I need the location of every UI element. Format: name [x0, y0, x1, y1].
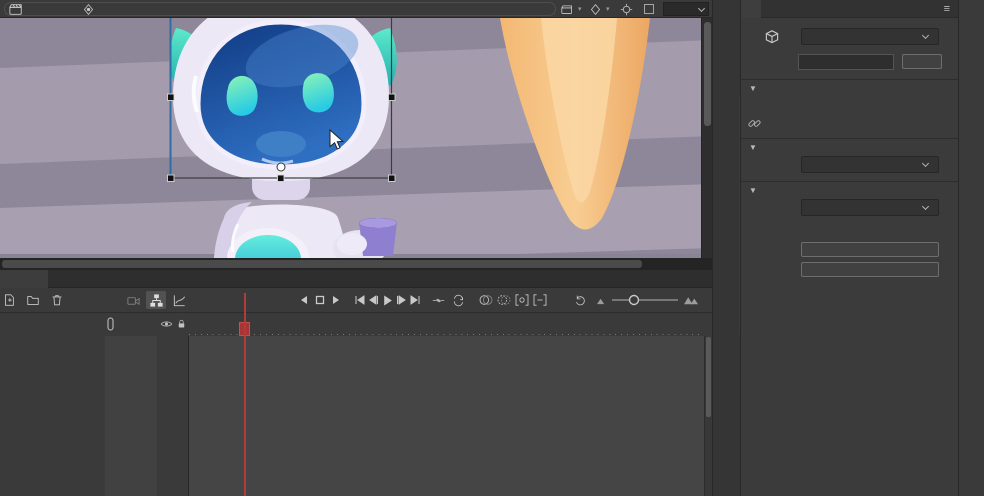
timeline-panel	[0, 270, 712, 496]
delete-layer-button[interactable]	[48, 291, 66, 309]
eye-icon[interactable]	[160, 318, 173, 333]
previous-frame-button[interactable]	[366, 291, 380, 309]
play-button[interactable]	[380, 291, 394, 309]
docked-panel-strip	[712, 0, 740, 496]
stop-button[interactable]	[313, 291, 327, 309]
timeline-tabbar	[0, 270, 712, 288]
stage-zoom-select[interactable]	[663, 2, 709, 16]
transform-point[interactable]	[277, 163, 285, 171]
onion-skin-range-button[interactable]	[532, 291, 548, 309]
go-to-first-frame-button[interactable]	[352, 291, 366, 309]
robot-eye-right	[303, 73, 334, 112]
lip-syncing-button[interactable]	[801, 262, 939, 277]
new-layer-button[interactable]	[0, 291, 18, 309]
show-layer-depth-button[interactable]	[170, 291, 188, 309]
edit-multiple-frames-button[interactable]	[514, 291, 530, 309]
frame-rate-indicator[interactable]	[250, 295, 253, 306]
color-style-select[interactable]	[801, 156, 939, 173]
center-frame-button[interactable]	[430, 291, 446, 309]
loop-playback-button[interactable]	[450, 291, 466, 309]
tab-timeline[interactable]	[0, 270, 48, 288]
onion-skin-outlines-button[interactable]	[496, 291, 512, 309]
properties-tabbar: ≡	[741, 0, 958, 18]
chevron-down-icon	[922, 160, 929, 167]
step-back-button[interactable]	[297, 291, 311, 309]
stage-vertical-scrollbar[interactable]	[701, 18, 712, 258]
chevron-down-icon	[922, 203, 929, 210]
handle-bottom-left[interactable]	[168, 175, 175, 182]
timeline-header	[0, 313, 712, 336]
zoom-in-frames-icon[interactable]	[682, 291, 700, 309]
center-stage-button[interactable]	[620, 0, 633, 18]
scene-icon[interactable]	[9, 0, 23, 18]
playhead-position-icon	[107, 317, 114, 334]
lock-icon[interactable]	[176, 318, 187, 333]
edit-symbols-button[interactable]: ▾	[589, 0, 610, 18]
disclosure-triangle-icon: ▼	[749, 84, 757, 93]
new-folder-button[interactable]	[24, 291, 42, 309]
column-divider	[188, 313, 189, 496]
frames-area[interactable]	[188, 313, 704, 496]
section-looping[interactable]: ▼	[741, 181, 958, 197]
animate-app: ▾ ▾	[0, 0, 984, 496]
edit-scene-button[interactable]: ▾	[561, 0, 582, 18]
timeline-toolbar	[0, 288, 712, 313]
tab-library[interactable]	[761, 0, 781, 18]
swap-button[interactable]	[902, 54, 942, 69]
clip-content-button[interactable]	[643, 0, 655, 18]
instance-name-field[interactable]	[798, 54, 894, 70]
zoom-out-frames-icon[interactable]	[594, 291, 608, 309]
properties-panel: ≡ ▼	[740, 0, 958, 496]
robot-eye-left	[227, 76, 258, 116]
symbol-behavior-select[interactable]	[801, 28, 939, 45]
graphic-symbol-icon	[763, 28, 781, 49]
stage-canvas[interactable]	[0, 18, 712, 270]
chevron-down-icon	[922, 32, 929, 39]
onion-skin-button[interactable]	[478, 291, 494, 309]
ruler-ticks	[189, 334, 704, 335]
parenting-column	[105, 313, 157, 496]
show-parenting-view-button[interactable]	[146, 291, 166, 309]
timeline-vertical-scrollbar[interactable]	[704, 313, 712, 496]
use-frame-picker-button[interactable]	[801, 242, 939, 257]
section-position-size[interactable]: ▼	[741, 79, 958, 95]
add-camera-button[interactable]	[124, 291, 142, 309]
robot-mouth	[256, 131, 306, 157]
edit-bar: ▾ ▾	[0, 0, 712, 18]
chevron-down-icon	[698, 4, 705, 11]
next-frame-button[interactable]	[394, 291, 408, 309]
robot-head[interactable]	[169, 18, 397, 181]
handle-right-mid[interactable]	[389, 94, 396, 101]
playhead-line[interactable]	[244, 293, 246, 496]
frame-size-slider[interactable]	[610, 291, 680, 309]
stage-artwork	[0, 18, 712, 270]
reset-timeline-zoom-button[interactable]	[572, 291, 588, 309]
tools-toolbar	[958, 0, 984, 496]
stage-horizontal-scrollbar[interactable]	[0, 258, 712, 270]
step-forward-button[interactable]	[329, 291, 343, 309]
link-width-height-icon[interactable]	[747, 116, 762, 134]
disclosure-triangle-icon: ▼	[749, 143, 757, 152]
handle-left-mid[interactable]	[168, 94, 175, 101]
section-color-effect[interactable]: ▼	[741, 138, 958, 154]
disclosure-triangle-icon: ▼	[749, 186, 757, 195]
handle-bottom-right[interactable]	[389, 175, 396, 182]
panel-menu-icon[interactable]: ≡	[944, 3, 950, 15]
tab-output[interactable]	[50, 270, 70, 288]
loop-options-select[interactable]	[801, 199, 939, 216]
handle-bottom-mid[interactable]	[278, 175, 285, 182]
go-to-last-frame-button[interactable]	[408, 291, 422, 309]
symbol-icon	[82, 0, 95, 18]
tab-properties[interactable]	[741, 0, 761, 18]
